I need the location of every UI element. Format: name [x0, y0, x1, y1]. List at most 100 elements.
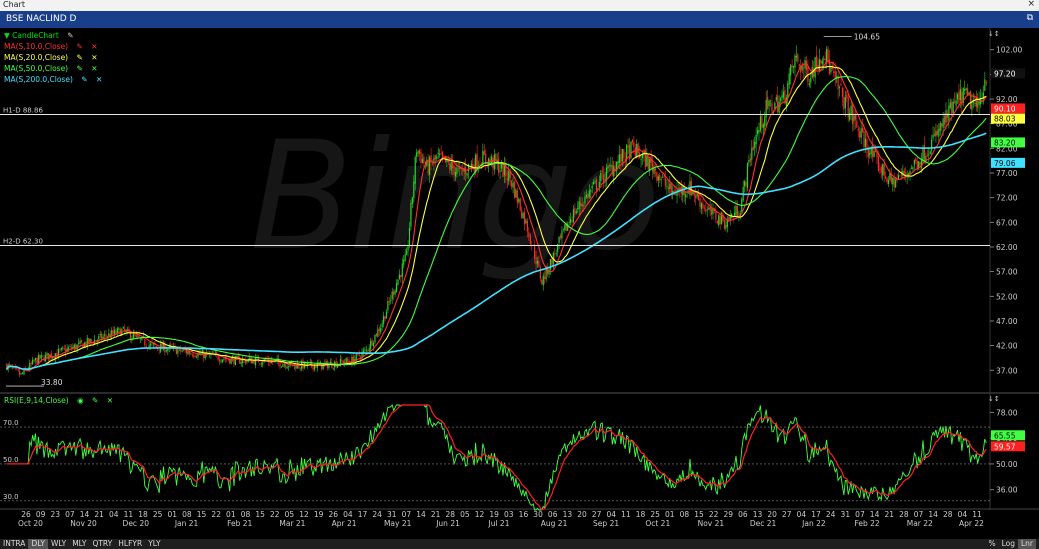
panel-scroll-icons[interactable]: ↓↕	[988, 30, 1000, 38]
candle-body	[840, 84, 842, 86]
pencil-icon[interactable]: ✎	[77, 53, 83, 62]
pencil-icon[interactable]: ✎	[81, 75, 87, 84]
month-label: Mar 22	[907, 519, 933, 528]
date-label: 04	[343, 510, 353, 519]
candle-body	[919, 162, 921, 166]
scale-linear-button[interactable]: Lnr	[1017, 539, 1036, 549]
candle-body	[408, 227, 411, 245]
price-badge-label: 90.10	[994, 104, 1016, 113]
pencil-icon[interactable]: ✎	[77, 64, 83, 73]
price-badge-label: 88.03	[994, 115, 1016, 124]
candle-body	[580, 202, 582, 206]
candle-body	[758, 130, 760, 133]
close-icon[interactable]: ×	[1027, 0, 1035, 9]
legend-ma20[interactable]: MA(S,20.0,Close) ✎ ✕	[4, 53, 98, 62]
candle-body	[810, 77, 812, 83]
candle-body	[578, 201, 580, 210]
candle-body	[781, 95, 783, 99]
date-label: 04	[958, 510, 968, 519]
candle-body	[20, 373, 22, 375]
timeframe-intra[interactable]: INTRA	[0, 539, 28, 549]
timeframe-wly[interactable]: WLY	[48, 539, 69, 549]
candle-body	[754, 141, 756, 148]
candle-body	[374, 334, 376, 343]
date-label: 13	[753, 510, 763, 519]
close-icon[interactable]: ✕	[91, 42, 97, 51]
pencil-icon[interactable]: ✎	[77, 42, 83, 51]
candle-body	[434, 155, 436, 160]
month-label: Oct 21	[645, 519, 670, 528]
date-label: 08	[182, 510, 192, 519]
candle-body	[664, 178, 667, 186]
candle-body	[78, 342, 80, 344]
candle-body	[748, 160, 750, 163]
legend-label: MA(S,20.0,Close)	[4, 53, 69, 62]
date-label: 03	[504, 510, 514, 519]
rsi-scroll-icons[interactable]: ↓↕	[988, 395, 1000, 403]
eye-icon[interactable]: ◉	[77, 396, 84, 405]
candle-body	[821, 60, 823, 65]
candle-body	[210, 354, 212, 356]
candle-body	[283, 364, 285, 366]
candle-body	[699, 198, 701, 207]
scale-percent-button[interactable]: %	[985, 539, 998, 549]
legend-rsi[interactable]: RSI(E,9,14,Close) ◉ ✎ ✕	[4, 396, 113, 405]
candle-body	[900, 173, 903, 176]
legend-candlechart[interactable]: ▼ CandleChart ✎	[4, 31, 74, 40]
candle-body	[190, 353, 192, 355]
candle-body	[137, 335, 139, 337]
ma-line-20	[6, 65, 987, 370]
price-rsi-chart[interactable]: H1-D 88.86 H2-D 62.30 104.65 33.80 102.00 97.…	[0, 28, 1039, 539]
date-label: 28	[446, 510, 456, 519]
candle-body	[954, 101, 956, 103]
close-icon[interactable]: ✕	[91, 64, 97, 73]
timeframe-qtry[interactable]: QTRY	[89, 539, 115, 549]
candle-body	[798, 64, 800, 66]
candle-body	[910, 167, 913, 169]
candle-body	[824, 58, 826, 61]
scale-log-button[interactable]: Log	[999, 539, 1018, 549]
candle-body	[571, 220, 573, 222]
date-label: 22	[270, 510, 280, 519]
legend-ma50[interactable]: MA(S,50.0,Close) ✎ ✕	[4, 64, 98, 73]
date-label: 01	[226, 510, 236, 519]
candle-body	[569, 219, 572, 223]
candle-body	[718, 214, 720, 226]
candle-body	[288, 366, 290, 368]
restore-icon[interactable]: ⧉	[1027, 13, 1033, 23]
timeframe-dly[interactable]: DLY	[28, 539, 48, 549]
candle-body	[36, 358, 38, 364]
date-label: 27	[592, 510, 602, 519]
candle-body	[145, 345, 147, 347]
candle-body	[604, 179, 606, 181]
timeframe-yly[interactable]: YLY	[145, 539, 163, 549]
candle-body	[863, 131, 865, 148]
month-label: Feb 21	[227, 519, 252, 528]
candle-body	[977, 100, 979, 108]
candle-body	[521, 210, 523, 218]
candle-body	[851, 103, 854, 124]
candle-body	[539, 267, 541, 279]
candle-body	[387, 301, 389, 311]
legend-ma200[interactable]: MA(S,200.0,Close) ✎ ✕	[4, 75, 102, 84]
candle-body	[797, 54, 799, 62]
candle-body	[132, 333, 134, 340]
close-icon[interactable]: ✕	[96, 75, 102, 84]
pencil-icon[interactable]: ✎	[67, 31, 73, 40]
close-icon[interactable]: ✕	[107, 396, 113, 405]
candle-body	[325, 361, 327, 363]
legend-ma10[interactable]: MA(S,10.0,Close) ✎ ✕	[4, 42, 98, 51]
timeframe-hlfyr[interactable]: HLFYR	[115, 539, 145, 549]
timeframe-mly[interactable]: MLY	[69, 539, 89, 549]
pencil-icon[interactable]: ✎	[92, 396, 98, 405]
close-icon[interactable]: ✕	[91, 53, 97, 62]
candle-body	[158, 349, 160, 351]
candle-body	[662, 176, 664, 178]
legend-label: MA(S,10.0,Close)	[4, 42, 69, 51]
candle-body	[736, 206, 739, 217]
candle-body	[826, 49, 828, 62]
date-label: 07	[65, 510, 75, 519]
high-annotation-label: 104.65	[854, 33, 880, 42]
candle-body	[377, 329, 379, 337]
candle-body	[417, 151, 419, 154]
